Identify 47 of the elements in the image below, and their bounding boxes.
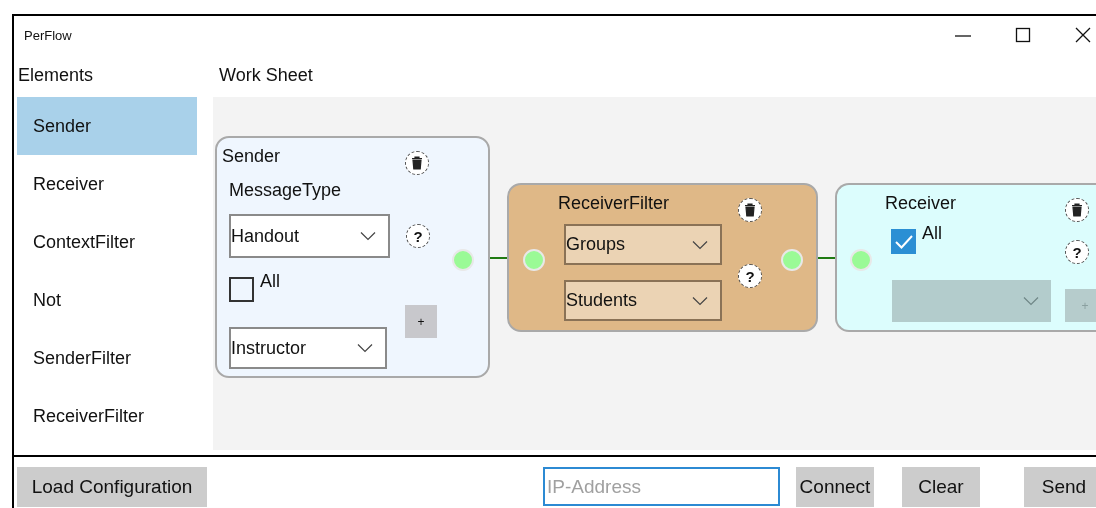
node-title: ReceiverFilter — [558, 193, 670, 214]
dropdown[interactable]: Groups — [564, 224, 722, 265]
sidebar-item[interactable]: SenderFilter — [17, 329, 197, 387]
chevron-icon — [360, 231, 376, 241]
trash-icon — [411, 156, 423, 170]
delete-button[interactable] — [405, 151, 429, 175]
sidebar-item[interactable]: ReceiverFilter — [17, 387, 197, 445]
load-configuration-button[interactable]: Load Configuration — [17, 467, 207, 507]
action-button[interactable]: Connect — [796, 467, 874, 507]
port-dot[interactable] — [781, 249, 803, 271]
delete-button[interactable] — [738, 198, 762, 222]
chevron-icon — [692, 239, 708, 250]
node-title: Receiver — [885, 193, 957, 214]
checkbox[interactable] — [229, 277, 254, 302]
checkbox-label: All — [922, 223, 942, 244]
field-label: MessageType — [229, 180, 342, 201]
sidebar-item[interactable]: Receiver — [17, 155, 197, 213]
trash-icon — [1071, 203, 1083, 217]
trash-icon — [744, 203, 756, 217]
dropdown[interactable]: Students — [564, 280, 722, 321]
connector-line — [489, 257, 508, 259]
action-button[interactable]: Send — [1024, 467, 1096, 507]
chevron-icon — [357, 343, 373, 353]
chevron-icon — [692, 295, 708, 306]
chevron-icon — [1023, 296, 1039, 306]
help-button[interactable]: ? — [1065, 240, 1089, 264]
window-title: PerFlow — [24, 27, 72, 43]
port-dot[interactable] — [850, 249, 872, 271]
checkbox-label: All — [260, 271, 280, 292]
worksheet-heading: Work Sheet — [219, 65, 313, 86]
connector-line — [817, 257, 836, 259]
ip-address-field[interactable]: IP-Address — [543, 467, 780, 506]
sidebar-item[interactable]: Not — [17, 271, 197, 329]
port-dot[interactable] — [452, 249, 474, 271]
port-dot[interactable] — [523, 249, 545, 271]
dropdown[interactable]: Instructor — [229, 327, 387, 369]
help-button[interactable]: ? — [406, 224, 430, 248]
dropdown[interactable]: Handout — [229, 214, 390, 258]
sidebar-item[interactable]: Sender — [17, 97, 197, 155]
help-button[interactable]: ? — [738, 264, 762, 288]
sidebar-item[interactable]: ContextFilter — [17, 213, 197, 271]
checkbox[interactable] — [891, 229, 916, 254]
delete-button[interactable] — [1065, 198, 1089, 222]
add-button[interactable]: + — [405, 305, 437, 338]
action-button[interactable]: Clear — [902, 467, 980, 507]
node-title: Sender — [222, 146, 281, 167]
elements-heading: Elements — [18, 65, 95, 86]
